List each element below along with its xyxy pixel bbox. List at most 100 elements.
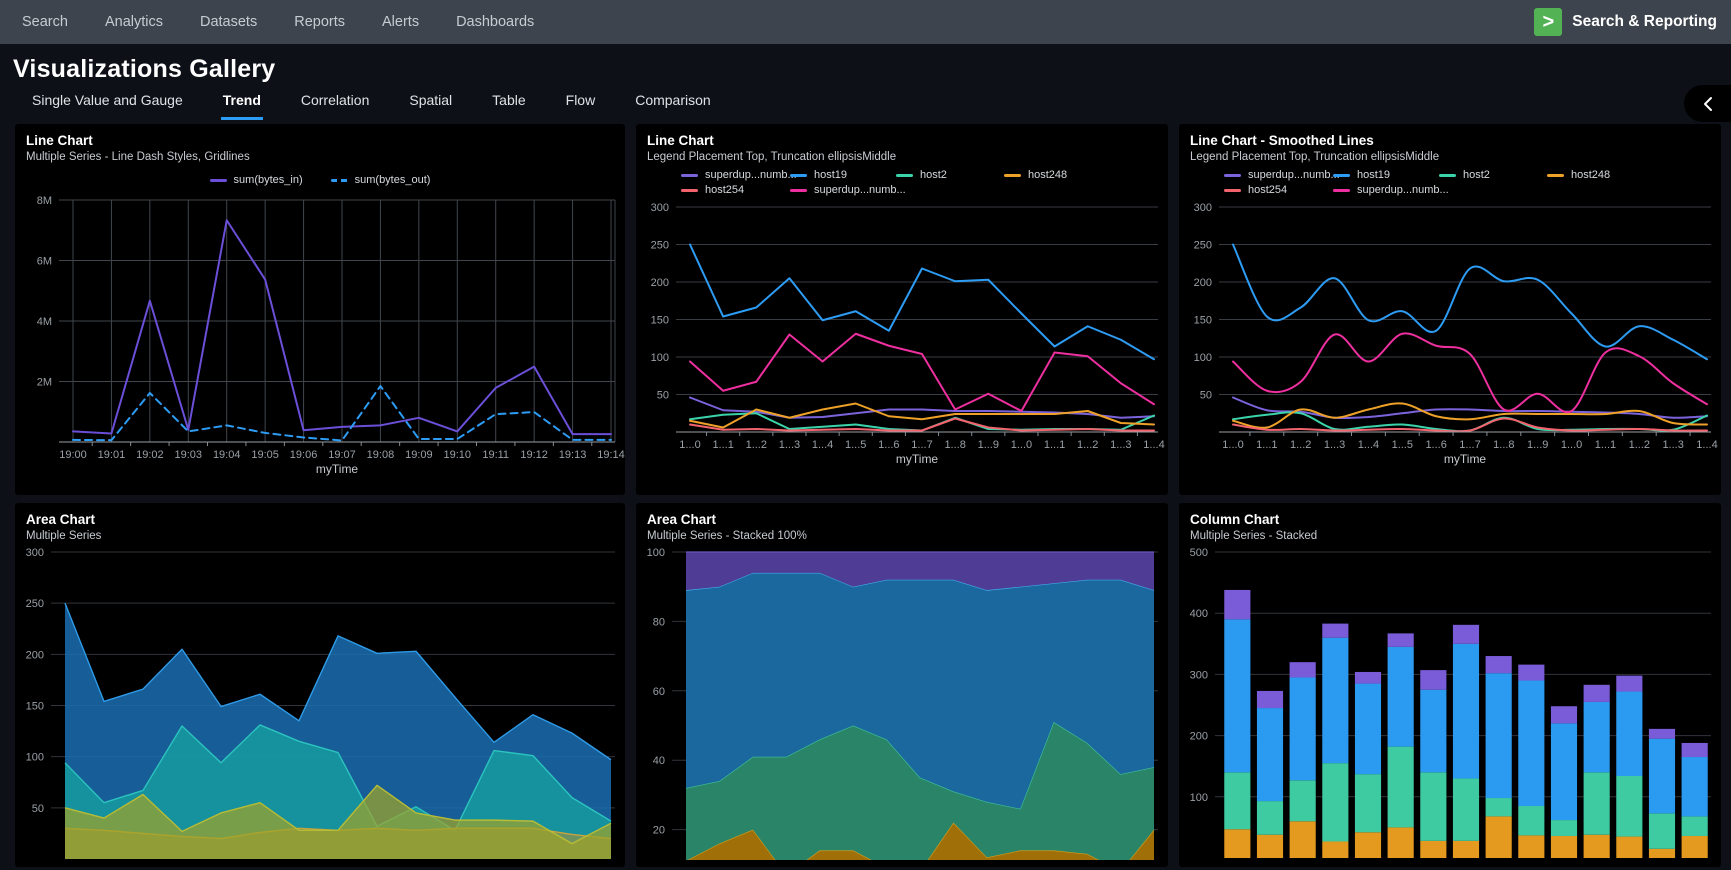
panel-line-chart-dash-styles: Line Chart Multiple Series - Line Dash S… <box>15 124 625 495</box>
svg-text:19:08: 19:08 <box>367 449 395 461</box>
svg-text:19:13: 19:13 <box>559 449 587 461</box>
legend-item[interactable]: host2 <box>896 169 1004 181</box>
legend-item[interactable]: host2 <box>1439 169 1547 181</box>
svg-text:150: 150 <box>651 315 669 327</box>
legend-label: superdup...numb... <box>1248 169 1340 181</box>
svg-text:1...4: 1...4 <box>1358 439 1379 451</box>
nav-item-search[interactable]: Search <box>22 14 68 30</box>
legend-label: host254 <box>705 184 744 196</box>
svg-text:19:09: 19:09 <box>405 449 433 461</box>
legend-item[interactable]: host254 <box>1224 184 1333 196</box>
svg-text:150: 150 <box>26 701 44 713</box>
nav-item-reports[interactable]: Reports <box>294 14 345 30</box>
nav-menu: Search Analytics Datasets Reports Alerts Dash… <box>0 14 1534 30</box>
nav-item-datasets[interactable]: Datasets <box>200 14 257 30</box>
panel-title: Area Chart <box>26 512 613 527</box>
legend-label: sum(bytes_in) <box>234 174 303 186</box>
legend-item[interactable]: host248 <box>1004 169 1168 181</box>
panel-title: Line Chart - Smoothed Lines <box>1190 133 1709 148</box>
svg-text:250: 250 <box>1194 240 1212 252</box>
svg-text:1...4: 1...4 <box>1696 439 1717 451</box>
svg-text:1...5: 1...5 <box>845 439 866 451</box>
svg-text:1...9: 1...9 <box>978 439 999 451</box>
tab-single-value-and-gauge[interactable]: Single Value and Gauge <box>30 92 185 120</box>
legend-item[interactable]: superdup...numb... <box>790 184 896 196</box>
svg-text:1...3: 1...3 <box>1324 439 1345 451</box>
svg-text:50: 50 <box>32 803 44 815</box>
legend-label: host248 <box>1571 169 1610 181</box>
svg-text:200: 200 <box>1190 731 1208 743</box>
svg-text:200: 200 <box>26 649 44 661</box>
panel-column-chart-stacked: Column Chart Multiple Series - Stacked 1… <box>1179 503 1721 867</box>
svg-text:myTime: myTime <box>1444 452 1487 466</box>
svg-text:1...0: 1...0 <box>679 439 700 451</box>
legend-swatch <box>790 174 807 177</box>
tab-correlation[interactable]: Correlation <box>299 92 371 120</box>
legend-label: superdup...numb... <box>1357 184 1449 196</box>
legend-item[interactable]: sum(bytes_out) <box>331 172 431 188</box>
legend-item[interactable]: host19 <box>790 169 896 181</box>
legend-item[interactable]: superdup...numb... <box>1333 184 1439 196</box>
svg-text:1...7: 1...7 <box>911 439 932 451</box>
svg-text:1...8: 1...8 <box>1493 439 1514 451</box>
legend-label: sum(bytes_out) <box>355 174 431 186</box>
svg-text:300: 300 <box>651 202 669 214</box>
svg-text:50: 50 <box>1200 390 1212 402</box>
chart-legend: sum(bytes_in) sum(bytes_out) <box>15 172 625 188</box>
svg-text:300: 300 <box>26 547 44 559</box>
collapse-panel-button[interactable] <box>1684 85 1731 122</box>
stacked-area-chart-canvas[interactable]: 20406080100 <box>636 542 1168 860</box>
legend-swatch <box>1333 189 1350 192</box>
svg-text:1...3: 1...3 <box>1110 439 1131 451</box>
smoothed-line-chart-canvas[interactable]: 501001502002503001...01...11...21...31..… <box>1179 196 1721 468</box>
page-header: Visualizations Gallery Single Value and … <box>0 44 1731 120</box>
panel-line-chart-smoothed: Line Chart - Smoothed Lines Legend Place… <box>1179 124 1721 495</box>
svg-text:1...2: 1...2 <box>746 439 767 451</box>
legend-swatch <box>896 174 913 177</box>
legend-label: host2 <box>920 169 947 181</box>
svg-text:250: 250 <box>651 240 669 252</box>
dashboard-grid: Line Chart Multiple Series - Line Dash S… <box>0 120 1731 867</box>
panel-title: Area Chart <box>647 512 1156 527</box>
nav-item-alerts[interactable]: Alerts <box>382 14 419 30</box>
legend-label: superdup...numb... <box>814 184 906 196</box>
legend-item[interactable]: host19 <box>1333 169 1439 181</box>
svg-text:1...8: 1...8 <box>944 439 965 451</box>
svg-text:19:00: 19:00 <box>59 449 87 461</box>
tab-comparison[interactable]: Comparison <box>633 92 712 120</box>
svg-text:100: 100 <box>1194 352 1212 364</box>
panel-subtitle: Multiple Series - Stacked 100% <box>647 530 1156 542</box>
line-chart-canvas[interactable]: 501001502002503001...01...11...21...31..… <box>636 196 1168 468</box>
svg-text:19:03: 19:03 <box>175 449 203 461</box>
tab-spatial[interactable]: Spatial <box>407 92 454 120</box>
stacked-column-chart-canvas[interactable]: 100200300400500 <box>1179 542 1721 860</box>
app-brand[interactable]: > Search & Reporting <box>1534 8 1731 36</box>
legend-swatch <box>1547 174 1564 177</box>
tab-flow[interactable]: Flow <box>564 92 598 120</box>
area-chart-canvas[interactable]: 50100150200250300 <box>15 542 625 860</box>
svg-text:300: 300 <box>1194 202 1212 214</box>
legend-item[interactable]: host248 <box>1547 169 1721 181</box>
nav-item-analytics[interactable]: Analytics <box>105 14 163 30</box>
tab-table[interactable]: Table <box>490 92 527 120</box>
svg-text:19:12: 19:12 <box>520 449 548 461</box>
svg-text:19:06: 19:06 <box>290 449 318 461</box>
legend-item[interactable]: host254 <box>681 184 790 196</box>
panel-subtitle: Legend Placement Top, Truncation ellipsi… <box>1190 151 1709 163</box>
svg-text:19:10: 19:10 <box>444 449 472 461</box>
svg-text:1...1: 1...1 <box>1044 439 1065 451</box>
nav-item-dashboards[interactable]: Dashboards <box>456 14 534 30</box>
legend-swatch <box>1224 189 1241 192</box>
panel-area-chart: Area Chart Multiple Series 5010015020025… <box>15 503 625 867</box>
svg-text:4M: 4M <box>37 316 52 328</box>
svg-text:myTime: myTime <box>316 462 359 476</box>
line-chart-canvas[interactable]: 2M4M6M8M19:0019:0119:0219:0319:0419:0519… <box>15 188 625 478</box>
svg-text:200: 200 <box>1194 277 1212 289</box>
svg-text:1...9: 1...9 <box>1527 439 1548 451</box>
legend-item[interactable]: superdup...numb... <box>681 169 790 181</box>
chevron-left-icon <box>1702 96 1714 112</box>
tab-trend[interactable]: Trend <box>221 92 263 120</box>
legend-item[interactable]: sum(bytes_in) <box>210 172 303 188</box>
legend-swatch <box>210 179 227 182</box>
legend-item[interactable]: superdup...numb... <box>1224 169 1333 181</box>
